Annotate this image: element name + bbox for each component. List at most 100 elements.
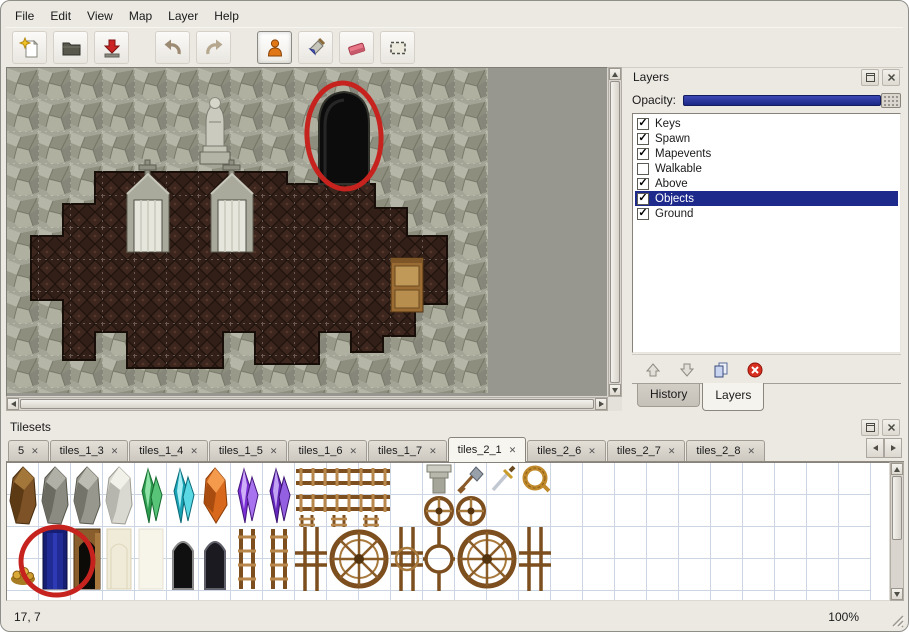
- tab-close-icon[interactable]: ✕: [111, 447, 119, 456]
- tile-faint-door: [139, 529, 163, 589]
- new-button[interactable]: [12, 31, 47, 64]
- layer-checkbox[interactable]: ✓: [637, 118, 649, 130]
- tab-close-icon[interactable]: ✕: [350, 447, 358, 456]
- tileset-tab[interactable]: tiles_2_7✕: [607, 440, 686, 461]
- menu-item-file[interactable]: File: [7, 5, 42, 27]
- layer-row[interactable]: ✓ Mapevents: [635, 146, 898, 161]
- menu-item-layer[interactable]: Layer: [160, 5, 206, 27]
- layer-checkbox[interactable]: ✓: [637, 148, 649, 160]
- scroll-left-button[interactable]: [7, 398, 19, 410]
- redo-button[interactable]: [196, 31, 231, 64]
- menu-item-edit[interactable]: Edit: [42, 5, 79, 27]
- layer-name: Keys: [655, 118, 681, 130]
- opacity-slider[interactable]: [683, 91, 901, 108]
- tab-scroll-left-button[interactable]: [866, 438, 884, 458]
- map-hscrollbar[interactable]: [6, 397, 608, 411]
- map-hscroll-thumb[interactable]: [20, 399, 594, 409]
- menu-item-help[interactable]: Help: [206, 5, 247, 27]
- layer-checkbox[interactable]: ✓: [637, 208, 649, 220]
- slider-handle[interactable]: [881, 93, 901, 108]
- slider-fill: [683, 95, 881, 106]
- menu-item-view[interactable]: View: [79, 5, 121, 27]
- tileset-vscrollbar[interactable]: [890, 462, 904, 601]
- layer-name: Mapevents: [655, 148, 711, 160]
- undo-button[interactable]: [155, 31, 190, 64]
- layer-row-selected[interactable]: ✓ Objects: [635, 191, 898, 206]
- tab-layers[interactable]: Layers: [702, 383, 764, 411]
- tab-close-icon[interactable]: ✕: [509, 446, 517, 455]
- layer-row[interactable]: Walkable: [635, 161, 898, 176]
- tileset-tab[interactable]: 5✕: [8, 440, 49, 461]
- tile-blue-door[interactable]: [43, 529, 67, 589]
- map-canvas[interactable]: [7, 68, 607, 396]
- tab-close-icon[interactable]: ✕: [588, 447, 596, 456]
- duplicate-icon: [712, 361, 730, 379]
- eraser-tool-button[interactable]: [339, 31, 374, 64]
- layer-row[interactable]: ✓ Ground: [635, 206, 898, 221]
- tileset-viewport: [6, 462, 890, 601]
- save-button[interactable]: [94, 31, 129, 64]
- layer-checkbox[interactable]: ✓: [637, 178, 649, 190]
- tab-label: tiles_2_1: [458, 444, 502, 456]
- layer-checkbox[interactable]: ✓: [637, 133, 649, 145]
- scroll-up-button[interactable]: [891, 463, 903, 475]
- tileset-tab[interactable]: tiles_1_7 ✕: [368, 440, 447, 461]
- brush-tool-button[interactable]: [298, 31, 333, 64]
- tab-label: tiles_1_7: [378, 445, 422, 457]
- layer-checkbox[interactable]: ✓: [637, 193, 649, 205]
- layer-row[interactable]: ✓ Keys: [635, 116, 898, 131]
- float-panel-button[interactable]: [861, 419, 879, 436]
- lower-layer-button[interactable]: [675, 358, 699, 381]
- layer-row[interactable]: ✓ Above: [635, 176, 898, 191]
- select-tool-button[interactable]: [380, 31, 415, 64]
- tileset-vscroll-thumb[interactable]: [892, 476, 902, 540]
- tab-close-icon[interactable]: ✕: [190, 447, 198, 456]
- duplicate-layer-button[interactable]: [709, 358, 733, 381]
- tile-wheel-large: [332, 532, 386, 586]
- tab-label: tiles_2_8: [696, 445, 740, 457]
- tab-close-icon[interactable]: ✕: [668, 447, 676, 456]
- float-window-icon: [865, 422, 876, 433]
- tileset-tab[interactable]: tiles_1_4 ✕: [129, 440, 208, 461]
- tab-scroll-right-button[interactable]: [884, 438, 902, 458]
- close-panel-button[interactable]: [882, 419, 900, 436]
- scroll-down-button[interactable]: [891, 588, 903, 600]
- close-panel-button[interactable]: [882, 69, 900, 86]
- float-panel-button[interactable]: [861, 69, 879, 86]
- tab-close-icon[interactable]: ✕: [31, 447, 39, 456]
- tileset-tab[interactable]: tiles_2_6✕: [527, 440, 606, 461]
- raise-layer-button[interactable]: [641, 358, 665, 381]
- tileset-tab[interactable]: tiles_2_8 ✕: [686, 440, 765, 461]
- scroll-down-button[interactable]: [609, 384, 621, 396]
- tileset-tab[interactable]: tiles_1_5✕: [209, 440, 288, 461]
- tab-close-icon[interactable]: ✕: [429, 447, 437, 456]
- map-vscroll-thumb[interactable]: [610, 81, 620, 383]
- stamp-tool-button[interactable]: [257, 31, 292, 64]
- scroll-up-button[interactable]: [609, 68, 621, 80]
- open-button[interactable]: [53, 31, 88, 64]
- resize-grip[interactable]: [889, 612, 905, 628]
- eraser-icon: [346, 37, 368, 59]
- tileset-tab[interactable]: tiles_1_3✕: [50, 440, 129, 461]
- scroll-right-button[interactable]: [595, 398, 607, 410]
- new-file-icon: [19, 37, 41, 59]
- tab-close-icon[interactable]: ✕: [747, 447, 755, 456]
- layer-row[interactable]: ✓ Spawn: [635, 131, 898, 146]
- tileset-canvas[interactable]: [7, 463, 889, 600]
- tab-history[interactable]: History: [637, 384, 700, 407]
- tileset-tab[interactable]: tiles_1_6✕: [288, 440, 367, 461]
- delete-layer-button[interactable]: [743, 358, 767, 381]
- layers-panel-title: Layers: [633, 70, 858, 84]
- map-vscrollbar[interactable]: [608, 67, 622, 397]
- delete-icon: [746, 361, 764, 379]
- layer-checkbox[interactable]: [637, 163, 649, 175]
- float-window-icon: [865, 72, 876, 83]
- layer-name: Ground: [655, 208, 693, 220]
- tileset-tab-active[interactable]: tiles_2_1 ✕: [448, 437, 527, 462]
- menu-item-map[interactable]: Map: [121, 5, 160, 27]
- undo-arrow-icon: [162, 37, 184, 59]
- map-area: [6, 67, 622, 411]
- tab-label: 5: [18, 445, 24, 457]
- tab-close-icon[interactable]: ✕: [270, 447, 278, 456]
- tab-label: tiles_1_4: [139, 445, 183, 457]
